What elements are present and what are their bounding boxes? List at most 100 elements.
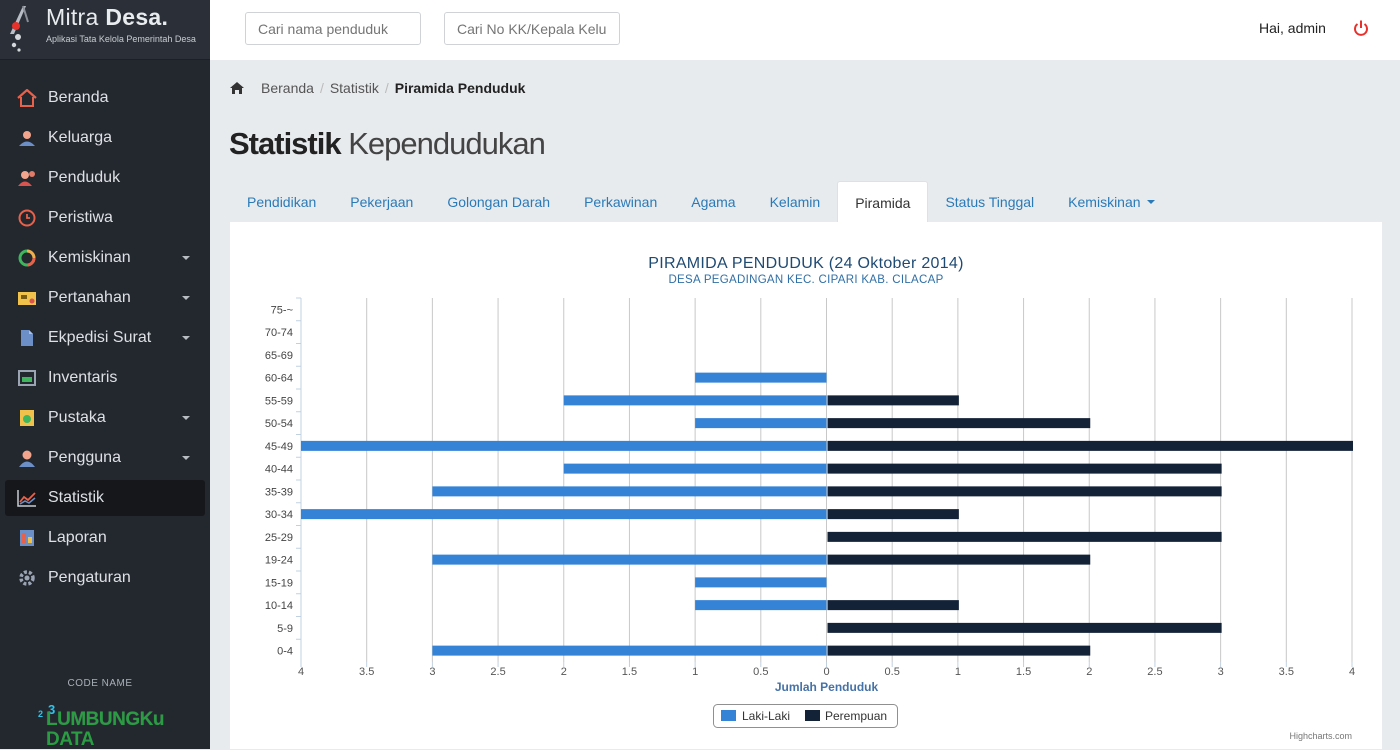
x-tick-label: 2.5 <box>1147 666 1162 678</box>
page-title: Statistik Kependudukan <box>229 126 546 162</box>
tab-perkawinan[interactable]: Perkawinan <box>567 181 674 223</box>
breadcrumb: Beranda / Statistik / Piramida Penduduk <box>230 80 525 96</box>
x-tick-label: 0 <box>823 666 829 678</box>
sidebar-item-label: Statistik <box>48 489 105 506</box>
tab-status-tinggal[interactable]: Status Tinggal <box>928 181 1051 223</box>
sidebar-item-label: Penduduk <box>48 169 121 186</box>
sidebar-item-pustaka[interactable]: Pustaka <box>5 400 205 436</box>
x-axis-title: Jumlah Penduduk <box>775 680 879 694</box>
y-tick-label: 60-64 <box>265 373 293 385</box>
bar-perempuan <box>827 622 1222 633</box>
sidebar-item-peristiwa[interactable]: Peristiwa <box>5 200 205 236</box>
sidebar-item-label: Ekpedisi Surat <box>48 329 152 346</box>
user-greeting[interactable]: Hai, admin <box>1259 20 1326 36</box>
bar-perempuan <box>827 600 959 611</box>
sidebar-item-kemiskinan[interactable]: Kemiskinan <box>5 240 205 276</box>
y-tick-label: 70-74 <box>265 327 293 339</box>
lumbung-ku: Ku <box>139 709 165 730</box>
lumbung-sup: 2 <box>38 709 43 719</box>
book-icon <box>17 409 37 427</box>
bar-perempuan <box>827 486 1222 497</box>
population-pyramid-chart: PIRAMIDA PENDUDUK (24 Oktober 2014) DESA … <box>265 255 1355 741</box>
tab-label: Pekerjaan <box>350 194 414 210</box>
bar-laki-laki <box>695 577 827 588</box>
sidebar-item-label: Laporan <box>48 529 107 546</box>
x-tick-label: 2.5 <box>490 666 505 678</box>
tab-pendidikan[interactable]: Pendidikan <box>230 181 333 223</box>
x-tick-label: 3.5 <box>359 666 374 678</box>
bar-laki-laki <box>301 509 827 520</box>
home-icon <box>17 89 37 107</box>
stat-tabs: Pendidikan Pekerjaan Golongan Darah Perk… <box>230 181 1172 223</box>
chart-subtitle: DESA PEGADINGAN KEC. CIPARI KAB. CILACAP <box>668 274 943 286</box>
search-penduduk-input[interactable] <box>245 12 421 45</box>
home-icon[interactable] <box>230 82 244 94</box>
bar-perempuan <box>827 418 1091 429</box>
y-tick-label: 40-44 <box>265 464 293 476</box>
sidebar-item-pertanahan[interactable]: Pertanahan <box>5 280 205 316</box>
legend-swatch-laki-laki <box>721 710 736 721</box>
inventory-icon <box>17 369 37 387</box>
y-tick-label: 45-49 <box>265 441 293 453</box>
sidebar-item-beranda[interactable]: Beranda <box>5 80 205 116</box>
tab-label: Pendidikan <box>247 194 317 210</box>
x-tick-label: 1.5 <box>1016 666 1031 678</box>
bar-perempuan <box>827 440 1353 451</box>
report-icon <box>17 529 37 547</box>
sidebar-item-label: Beranda <box>48 89 109 106</box>
bar-laki-laki <box>432 645 827 656</box>
sidebar-item-penduduk[interactable]: Penduduk <box>5 160 205 196</box>
sidebar-item-keluarga[interactable]: Keluarga <box>5 120 205 156</box>
x-tick-label: 0.5 <box>885 666 900 678</box>
tab-agama[interactable]: Agama <box>674 181 752 223</box>
sidebar-item-ekpedisi-surat[interactable]: Ekpedisi Surat <box>5 320 205 356</box>
y-tick-label: 15-19 <box>265 577 293 589</box>
breadcrumb-statistik[interactable]: Statistik <box>330 80 379 96</box>
bar-laki-laki <box>695 418 827 429</box>
sidebar-item-pengguna[interactable]: Pengguna <box>5 440 205 476</box>
brand-subtitle: Aplikasi Tata Kelola Pemerintah Desa <box>46 34 196 44</box>
legend-swatch-perempuan <box>805 710 820 721</box>
user-icon <box>17 449 37 467</box>
chevron-down-icon <box>182 416 190 420</box>
bar-perempuan <box>827 463 1222 474</box>
sidebar-item-laporan[interactable]: Laporan <box>5 520 205 556</box>
page-title-light: Kependudukan <box>340 126 546 161</box>
breadcrumb-current: Piramida Penduduk <box>394 80 526 96</box>
gear-icon <box>17 569 37 587</box>
tab-label: Golongan Darah <box>447 194 551 210</box>
sidebar: Mitra Desa. Aplikasi Tata Kelola Pemerin… <box>0 0 210 750</box>
tab-pekerjaan[interactable]: Pekerjaan <box>333 181 430 223</box>
sidebar-item-label: Keluarga <box>48 129 113 146</box>
chart-icon <box>17 489 37 507</box>
y-tick-label: 65-69 <box>265 350 293 362</box>
brand[interactable]: Mitra Desa. Aplikasi Tata Kelola Pemerin… <box>0 0 210 60</box>
chevron-down-icon <box>182 296 190 300</box>
x-tick-label: 0.5 <box>753 666 768 678</box>
chart-title: PIRAMIDA PENDUDUK (24 Oktober 2014) <box>648 255 964 272</box>
tab-piramida[interactable]: Piramida <box>837 181 929 223</box>
sidebar-item-statistik[interactable]: Statistik <box>5 480 205 516</box>
chevron-down-icon <box>182 456 190 460</box>
tab-kelamin[interactable]: Kelamin <box>753 181 838 223</box>
search-kk-input[interactable] <box>444 12 620 45</box>
x-tick-label: 3.5 <box>1279 666 1294 678</box>
breadcrumb-beranda[interactable]: Beranda <box>261 80 314 96</box>
sidebar-item-pengaturan[interactable]: Pengaturan <box>5 560 205 596</box>
chart-panel: PIRAMIDA PENDUDUK (24 Oktober 2014) DESA … <box>230 222 1382 749</box>
bar-perempuan <box>827 395 959 406</box>
y-tick-label: 5-9 <box>277 623 293 635</box>
x-tick-label: 3 <box>1218 666 1224 678</box>
brand-name-bold: Desa. <box>105 4 169 30</box>
brand-name-light: Mitra <box>46 4 106 30</box>
tab-golongan-darah[interactable]: Golongan Darah <box>430 181 567 223</box>
page-title-bold: Statistik <box>229 126 342 161</box>
sidebar-item-label: Pertanahan <box>48 289 131 306</box>
tab-kemiskinan[interactable]: Kemiskinan <box>1051 181 1171 223</box>
sidebar-item-label: Peristiwa <box>48 209 113 226</box>
sidebar-item-inventaris[interactable]: Inventaris <box>5 360 205 396</box>
bar-laki-laki <box>301 440 827 451</box>
lumbung-line1: LUMBUNGKu <box>46 710 164 730</box>
power-icon[interactable] <box>1353 19 1369 37</box>
x-tick-label: 2 <box>561 666 567 678</box>
